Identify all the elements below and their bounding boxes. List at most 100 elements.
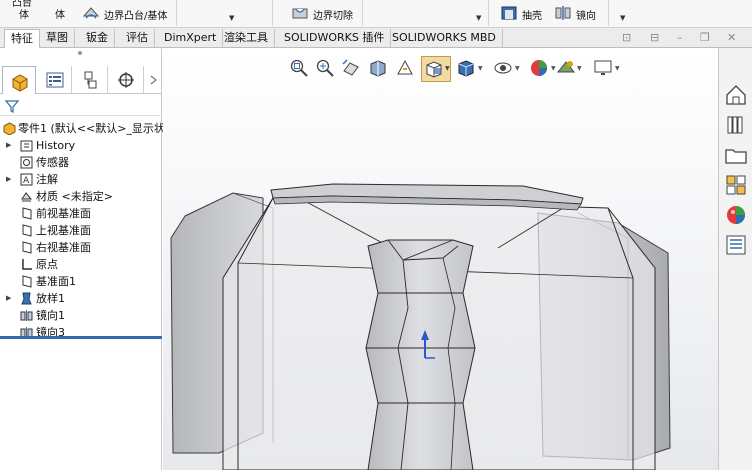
tree-item-top-plane[interactable]: 上视基准面 [0, 222, 162, 239]
file-explorer-button[interactable] [723, 142, 749, 168]
folder-icon [725, 149, 747, 164]
rollback-bar[interactable] [0, 336, 162, 339]
chevron-right-icon [150, 75, 157, 85]
property-manager-tab[interactable] [38, 66, 72, 94]
chevron-down-icon[interactable]: ▼ [476, 14, 481, 22]
pin-icon[interactable]: ⊡ [622, 31, 631, 44]
tree-item-label: 材质 <未指定> [36, 190, 113, 203]
tab-render-tools[interactable]: 渲染工具 [218, 29, 275, 47]
tree-item-origin[interactable]: 原点 [0, 256, 162, 273]
tree-item-label: 原点 [36, 258, 58, 271]
tree-item-label: 基准面1 [36, 275, 76, 288]
property-list-icon [46, 72, 64, 88]
expand-arrow-icon[interactable]: ▶ [6, 171, 11, 188]
boundary-boss-button[interactable]: 边界凸台/基体 [104, 7, 167, 22]
panel-grip-handle[interactable] [78, 51, 82, 55]
tab-sheet-metal[interactable]: 钣金 [80, 29, 115, 47]
tab-features[interactable]: 特征 [4, 29, 40, 48]
ribbon-separator [362, 0, 363, 26]
tree-item-right-plane[interactable]: 右视基准面 [0, 239, 162, 256]
panel-tab-strip [0, 66, 162, 94]
ribbon-separator [608, 0, 609, 26]
close-icon[interactable]: ✕ [727, 31, 736, 44]
panel-tabs-more[interactable] [146, 66, 162, 94]
plane-icon [22, 207, 32, 220]
tree-item-label: 放样1 [36, 292, 65, 305]
design-library-button[interactable] [723, 112, 749, 138]
tree-item-material[interactable]: 材质 <未指定> [0, 188, 162, 205]
tree-item-label: 前视基准面 [36, 207, 91, 220]
material-icon [21, 192, 33, 202]
ribbon-separator [488, 0, 489, 26]
configuration-icon [84, 71, 97, 89]
history-folder-icon [20, 140, 33, 152]
plane-icon [22, 224, 32, 237]
tree-item-label: 注解 [36, 173, 58, 186]
tree-item-front-plane[interactable]: 前视基准面 [0, 205, 162, 222]
ribbon-item-boss-body[interactable]: 体 [19, 6, 29, 21]
annotation-icon: A [20, 173, 33, 186]
tree-item-label: 上视基准面 [36, 224, 91, 237]
boundary-cut-icon[interactable] [291, 4, 309, 25]
minimize-icon[interactable]: – [677, 31, 683, 44]
appearances-button[interactable] [723, 202, 749, 228]
mirror-icon[interactable] [554, 4, 572, 25]
svg-text:A: A [23, 176, 30, 186]
tree-item-label: 右视基准面 [36, 241, 91, 254]
tree-item-mirror1[interactable]: 镜向1 [0, 307, 162, 324]
tab-dimxpert[interactable]: DimXpert [158, 29, 224, 47]
view-palette-button[interactable] [723, 172, 749, 198]
tile-icon[interactable]: ⊟ [650, 31, 659, 44]
mirror-button[interactable]: 镜向 [576, 7, 596, 22]
feature-manager-tab[interactable] [2, 66, 36, 94]
command-manager-tabs: 特征 草图 钣金 评估 DimXpert 渲染工具 SOLIDWORKS 插件 … [0, 28, 752, 48]
loft-icon [21, 292, 32, 305]
custom-properties-button[interactable] [723, 232, 749, 258]
dimxpert-manager-tab[interactable] [110, 66, 144, 94]
tab-solidworks-addins[interactable]: SOLIDWORKS 插件 [278, 29, 392, 47]
tree-root-label: 零件1 (默认<<默认>_显示状 [18, 122, 165, 135]
feature-manager-panel: 零件1 (默认<<默认>_显示状 ▶ History 传感器 ▶ A 注解 材质… [0, 48, 165, 470]
boundary-cut-button[interactable]: 边界切除 [313, 7, 353, 22]
tree-item-history[interactable]: ▶ History [0, 137, 162, 154]
ribbon-separator [176, 0, 177, 26]
solidworks-resources-button[interactable] [723, 82, 749, 108]
central-stem[interactable] [365, 239, 476, 470]
chevron-down-icon[interactable]: ▼ [229, 14, 234, 22]
plane-icon [22, 241, 32, 254]
tree-item-label: 传感器 [36, 156, 69, 169]
model-3d-view[interactable] [163, 48, 718, 470]
appearances-icon [727, 206, 745, 224]
tab-evaluate[interactable]: 评估 [120, 29, 155, 47]
sensor-icon [20, 156, 33, 169]
tree-item-loft1[interactable]: ▶ 放样1 [0, 290, 162, 307]
tree-root-part[interactable]: 零件1 (默认<<默认>_显示状 [0, 120, 165, 137]
tab-solidworks-mbd[interactable]: SOLIDWORKS MBD [386, 29, 503, 47]
shell-button[interactable]: 抽壳 [522, 7, 542, 22]
configuration-manager-tab[interactable] [74, 66, 108, 94]
command-manager-ribbon: 凸台 体 体 边界凸台/基体 ▼ 边界切除 ▼ 抽壳 镜向 ▼ [0, 0, 752, 28]
library-books-icon [727, 116, 743, 134]
filter-row[interactable] [0, 96, 162, 116]
tree-item-plane1[interactable]: 基准面1 [0, 273, 162, 290]
view-palette-icon [726, 175, 746, 195]
custom-properties-icon [726, 235, 746, 255]
chevron-down-icon[interactable]: ▼ [620, 14, 625, 22]
boundary-boss-icon[interactable] [82, 4, 100, 25]
tree-item-label: History [36, 139, 76, 152]
task-pane [718, 48, 752, 470]
mirror-icon [20, 310, 33, 321]
tree-item-label: 镜向1 [36, 309, 65, 322]
feature-tree-icon [12, 74, 28, 92]
tab-sketch[interactable]: 草图 [40, 29, 75, 47]
tree-item-annotations[interactable]: ▶ A 注解 [0, 171, 162, 188]
restore-icon[interactable]: ❐ [700, 31, 710, 44]
filter-icon[interactable] [5, 99, 19, 113]
shell-icon[interactable] [500, 4, 518, 25]
tree-item-sensors[interactable]: 传感器 [0, 154, 162, 171]
ribbon-separator [272, 0, 273, 26]
expand-arrow-icon[interactable]: ▶ [6, 290, 11, 307]
ribbon-item-cut-body[interactable]: 体 [55, 6, 65, 21]
graphics-viewport[interactable]: ▼ ▼ ▼ ▼ ▼ ▼ [163, 48, 718, 470]
expand-arrow-icon[interactable]: ▶ [6, 137, 11, 154]
